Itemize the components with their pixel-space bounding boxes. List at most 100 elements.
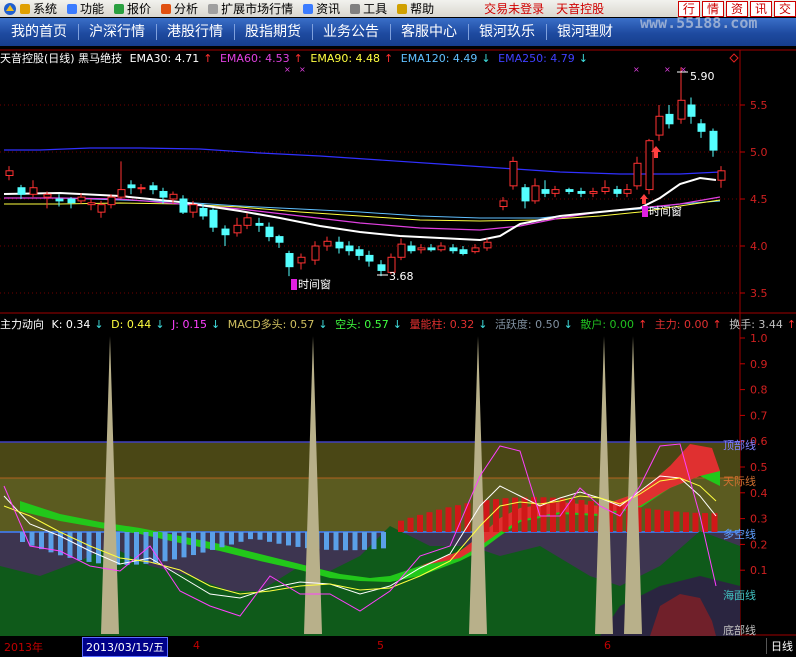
- volume-bar: [493, 499, 499, 532]
- menu-analysis-icon: [161, 3, 172, 14]
- volume-bar: [673, 511, 680, 532]
- date-bar: 2013年 2013/03/15/五 4 5 6 日线: [0, 636, 796, 657]
- menu-help[interactable]: 帮助: [397, 0, 434, 17]
- year-label: 2013年: [4, 641, 43, 654]
- volume-bar: [616, 504, 623, 532]
- macd-label: MACD多头: 0.57: [227, 318, 315, 331]
- volume-bar: [286, 532, 291, 546]
- svg-text:×: ×: [664, 65, 671, 74]
- nav-customer-service[interactable]: 客服中心: [390, 18, 468, 46]
- volume-bar: [276, 532, 282, 544]
- volume-bar: [238, 532, 244, 542]
- macd-arrow-icon: ↓: [318, 318, 328, 331]
- time-window-label-1: 时间窗: [291, 276, 331, 292]
- volume-bar: [426, 512, 433, 532]
- huanshou-label: 换手: 3.44: [729, 318, 783, 331]
- volume-bar: [371, 532, 377, 550]
- menu-extended-market[interactable]: 扩展市场行情: [208, 0, 293, 17]
- price-tick-label: 4.5: [750, 193, 768, 206]
- candle: [645, 138, 654, 195]
- menu-tools[interactable]: 工具: [350, 0, 387, 17]
- volume-bar: [324, 532, 329, 550]
- k-label: K: 0.34: [51, 318, 91, 331]
- period-selector[interactable]: 日线: [766, 638, 793, 654]
- nav-sh-sz-quotes[interactable]: 沪深行情: [78, 18, 156, 46]
- price-tick-label: 5.5: [750, 99, 768, 112]
- volume-bar: [124, 532, 130, 565]
- volume-bar: [464, 503, 471, 532]
- zone-label-sea: 海面线: [723, 589, 756, 602]
- volume-bar: [343, 532, 348, 551]
- kongtou-label: 空头: 0.57: [335, 318, 389, 331]
- volume-bar: [417, 514, 423, 532]
- menu-system-icon: [20, 3, 30, 14]
- indicator-tick-label: 0.8: [750, 384, 768, 397]
- nav-home[interactable]: 我的首页: [0, 18, 78, 46]
- volume-bar: [333, 532, 339, 551]
- k-arrow-icon: ↓: [94, 318, 104, 331]
- ema30-arrow-icon: ↑: [203, 52, 213, 65]
- ema250-label: EMA250: 4.79: [498, 52, 575, 65]
- volume-bar: [219, 532, 225, 548]
- volume-bar: [654, 509, 661, 532]
- volume-bar: [362, 532, 367, 550]
- volume-bar: [29, 532, 35, 546]
- nav-hk-quotes[interactable]: 港股行情: [156, 18, 234, 46]
- chart-title: 天音控股(日线) 黑马绝技: [0, 52, 123, 65]
- menu-help-icon: [397, 3, 408, 14]
- time-window-marker-icon: [642, 206, 648, 217]
- menu-analysis[interactable]: 分析: [161, 0, 198, 17]
- volume-bar: [267, 532, 272, 542]
- volume-bar: [578, 499, 585, 532]
- ema30-label: EMA30: 4.71: [129, 52, 200, 65]
- indicator-tick-label: 0.7: [750, 409, 768, 422]
- trade-button[interactable]: 交: [773, 0, 796, 17]
- menu-system[interactable]: 系统: [20, 0, 57, 17]
- menu-function-icon: [67, 3, 78, 14]
- nav-announcements[interactable]: 业务公告: [312, 18, 390, 46]
- nav-index-futures[interactable]: 股指期货: [234, 18, 312, 46]
- price-tick-label: 3.5: [750, 287, 768, 300]
- chart-area[interactable]: 5.55.04.54.03.5 × × × × × 1.00.90.80.70.…: [0, 46, 796, 636]
- menu-quote[interactable]: 报价: [114, 0, 151, 17]
- volume-bar: [683, 512, 689, 532]
- ema60-label: EMA60: 4.53: [219, 52, 290, 65]
- indicator-tick-label: 0.9: [750, 358, 768, 371]
- svg-text:×: ×: [633, 65, 640, 74]
- d-arrow-icon: ↓: [155, 318, 165, 331]
- menu-quote-icon: [114, 3, 125, 14]
- zhuli-label: 主力: 0.00: [654, 318, 709, 331]
- trade-login-status[interactable]: 交易未登录: [484, 0, 544, 17]
- volume-bar: [692, 512, 699, 532]
- ema90-label: EMA90: 4.48: [310, 52, 381, 65]
- site-watermark: www.55188.com: [640, 14, 758, 32]
- volume-bar: [540, 497, 547, 532]
- ema120-label: EMA120: 4.49: [400, 52, 478, 65]
- ema60-arrow-icon: ↑: [293, 52, 303, 65]
- huoyue-label: 活跃度: 0.50: [494, 318, 560, 331]
- menu-function[interactable]: 功能: [67, 0, 104, 17]
- zone-label-top: 顶部线: [723, 439, 756, 452]
- nengliang-label: 量能柱: 0.32: [409, 318, 475, 331]
- month-label-4: 4: [193, 639, 200, 652]
- volume-bar: [248, 532, 253, 540]
- nav-yinhe-jiule[interactable]: 银河玖乐: [468, 18, 546, 46]
- indicator-legend: 主力动向 K: 0.34 ↓ D: 0.44 ↓ J: 0.15 ↓ MACD多头: …: [0, 316, 796, 331]
- sanhu-label: 散户: 0.00: [580, 318, 635, 331]
- volume-bar: [645, 508, 651, 532]
- stock-link[interactable]: 天音控股: [556, 0, 604, 17]
- menu-news[interactable]: 资讯: [303, 0, 340, 17]
- volume-bar: [257, 532, 263, 540]
- candle: [509, 156, 518, 190]
- volume-bar: [569, 499, 575, 532]
- menu-news-icon: [303, 3, 314, 14]
- svg-text:×: ×: [284, 65, 291, 74]
- time-window-marker-icon: [291, 279, 297, 290]
- nav-yinhe-licai[interactable]: 银河理财: [546, 18, 624, 46]
- indicator-tick-label: 0.1: [750, 564, 768, 577]
- menu-extended-market-icon: [208, 3, 219, 14]
- huanshou-arrow-icon: ↑: [786, 318, 796, 331]
- price-tick-label: 5.0: [750, 146, 768, 159]
- current-date-cursor[interactable]: 2013/03/15/五: [82, 637, 169, 657]
- volume-bar: [229, 532, 234, 545]
